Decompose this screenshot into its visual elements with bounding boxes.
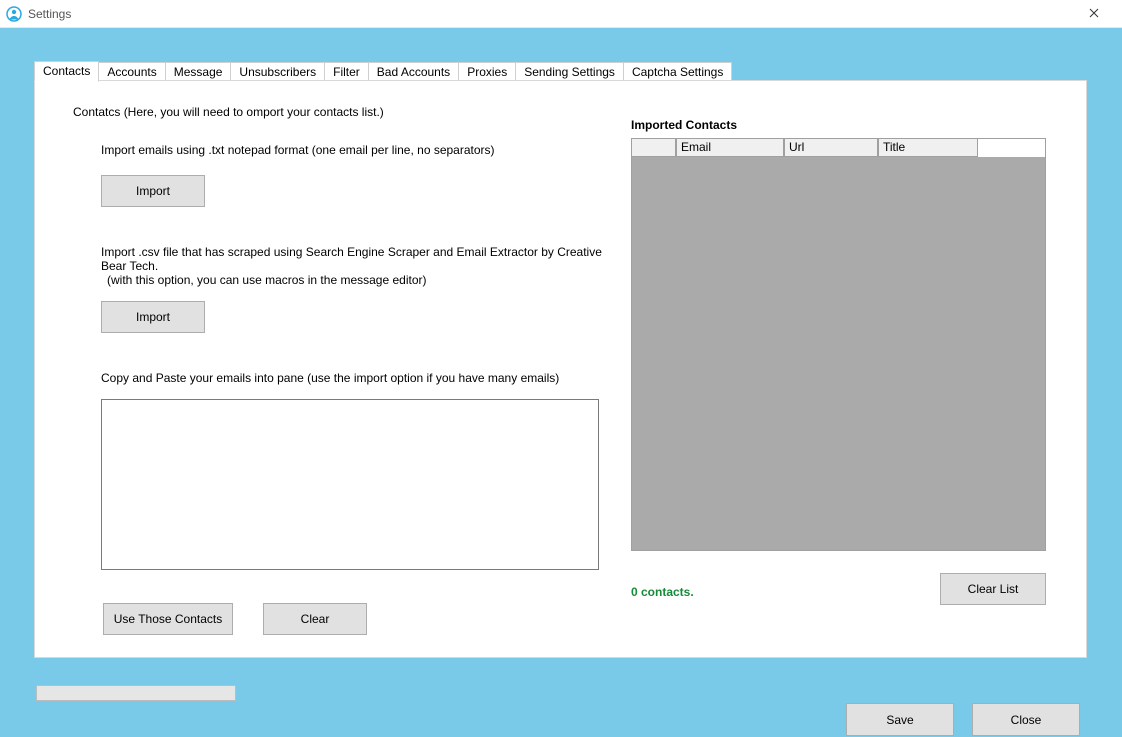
use-those-contacts-button[interactable]: Use Those Contacts	[103, 603, 233, 635]
emails-textarea[interactable]	[101, 399, 599, 570]
import-csv-desc-line2: (with this option, you can use macros in…	[107, 273, 613, 287]
grid-header-email[interactable]: Email	[676, 139, 784, 157]
import-txt-section: Import emails using .txt notepad format …	[101, 143, 613, 207]
content-panel: Contatcs (Here, you will need to omport …	[34, 80, 1087, 658]
grid-header-rowheader[interactable]	[632, 139, 676, 157]
footer-buttons: Save Close	[846, 703, 1080, 736]
clear-textarea-button[interactable]: Clear	[263, 603, 367, 635]
import-csv-desc-line1: Import .csv file that has scraped using …	[101, 245, 613, 273]
import-txt-desc: Import emails using .txt notepad format …	[101, 143, 613, 157]
tab-contacts[interactable]: Contacts	[34, 61, 99, 82]
left-column: Contatcs (Here, you will need to omport …	[73, 105, 613, 635]
contacts-count-status: 0 contacts.	[631, 585, 694, 599]
contacts-grid[interactable]: Email Url Title	[631, 138, 1046, 551]
window-titlebar: Settings	[0, 0, 1122, 28]
import-csv-section: Import .csv file that has scraped using …	[101, 245, 613, 333]
save-button[interactable]: Save	[846, 703, 954, 736]
grid-body	[632, 157, 1045, 550]
right-column: Imported Contacts Email Url Title 0 cont…	[631, 118, 1061, 605]
import-txt-button[interactable]: Import	[101, 175, 205, 207]
tabs-strip: Contacts Accounts Message Unsubscribers …	[34, 61, 731, 81]
window-title: Settings	[28, 7, 71, 21]
close-icon	[1089, 7, 1099, 21]
app-icon	[6, 6, 22, 22]
titlebar-left: Settings	[6, 6, 71, 22]
window-close-button[interactable]	[1074, 3, 1114, 25]
grid-header-url[interactable]: Url	[784, 139, 878, 157]
left-action-row: Use Those Contacts Clear	[103, 603, 613, 635]
clear-list-button[interactable]: Clear List	[940, 573, 1046, 605]
paste-section: Copy and Paste your emails into pane (us…	[101, 371, 613, 573]
close-button[interactable]: Close	[972, 703, 1080, 736]
imported-contacts-title: Imported Contacts	[631, 118, 1061, 132]
import-csv-button[interactable]: Import	[101, 301, 205, 333]
grid-header-title[interactable]: Title	[878, 139, 978, 157]
progress-bar	[36, 685, 236, 701]
grid-header-row: Email Url Title	[632, 139, 1045, 157]
client-area: Contacts Accounts Message Unsubscribers …	[0, 28, 1122, 737]
paste-desc: Copy and Paste your emails into pane (us…	[101, 371, 613, 385]
contacts-heading: Contatcs (Here, you will need to omport …	[73, 105, 613, 119]
